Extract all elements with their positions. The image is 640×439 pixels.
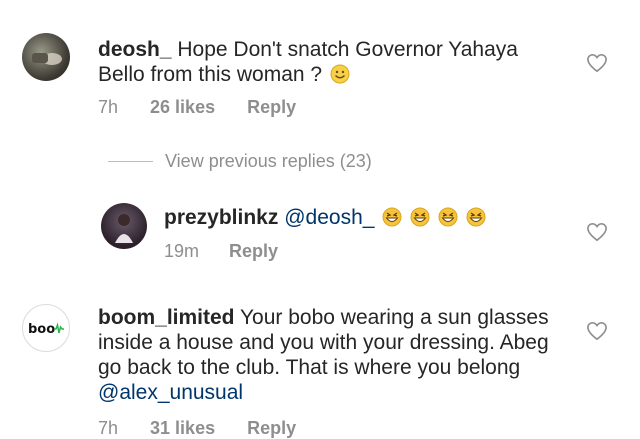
- comment-meta: 7h 31 likes Reply: [98, 418, 296, 439]
- comment-mention[interactable]: @alex_unusual: [98, 381, 243, 404]
- grinning-squinting-face-emoji: [466, 207, 486, 227]
- heart-icon[interactable]: [586, 222, 608, 242]
- comment-body: boom_limited Your bobo wearing a sun gla…: [98, 305, 560, 405]
- grinning-squinting-face-emoji: [438, 207, 458, 227]
- comment-time[interactable]: 7h: [98, 418, 118, 439]
- comment-username[interactable]: boom_limited: [98, 306, 235, 329]
- reply-username[interactable]: prezyblinkz: [164, 206, 278, 229]
- reply-body: prezyblinkz @deosh_: [164, 205, 486, 230]
- reply-meta: 19m Reply: [164, 241, 278, 262]
- comment-time[interactable]: 7h: [98, 97, 118, 118]
- grinning-squinting-face-emoji: [410, 207, 430, 227]
- view-previous-replies-label[interactable]: View previous replies (23): [165, 151, 372, 172]
- heart-icon[interactable]: [586, 321, 608, 341]
- avatar[interactable]: [22, 33, 70, 81]
- view-previous-replies[interactable]: View previous replies (23): [108, 150, 372, 172]
- comment-body: deosh_ Hope Don't snatch Governor Yahaya…: [98, 37, 538, 87]
- comment-likes[interactable]: 31 likes: [150, 418, 215, 439]
- reply-button[interactable]: Reply: [229, 241, 278, 262]
- divider: [108, 160, 153, 162]
- boom-logo: boo: [28, 322, 55, 337]
- grinning-squinting-face-emoji: [382, 207, 402, 227]
- avatar[interactable]: boo: [22, 304, 70, 352]
- reply-mention[interactable]: @deosh_: [284, 206, 374, 229]
- comment-likes[interactable]: 26 likes: [150, 97, 215, 118]
- heart-icon[interactable]: [586, 53, 608, 73]
- smiling-face-emoji: [330, 64, 350, 84]
- reply-button[interactable]: Reply: [247, 418, 296, 439]
- reply-button[interactable]: Reply: [247, 97, 296, 118]
- reply-time[interactable]: 19m: [164, 241, 199, 262]
- avatar[interactable]: [101, 203, 147, 249]
- comment-username[interactable]: deosh_: [98, 38, 172, 61]
- comment-meta: 7h 26 likes Reply: [98, 97, 296, 118]
- reply-emojis: [380, 206, 486, 229]
